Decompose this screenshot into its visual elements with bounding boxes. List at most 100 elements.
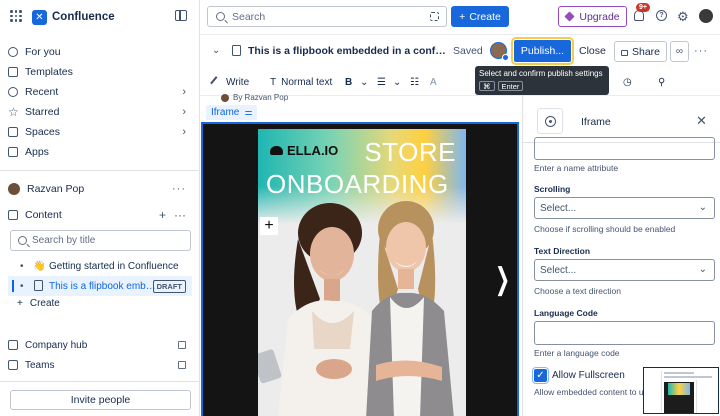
- numbered-list-icon[interactable]: ☷: [410, 77, 419, 88]
- nav-label: Apps: [25, 146, 49, 158]
- nav-recent[interactable]: Recent ›: [8, 83, 192, 101]
- nav-label: For you: [25, 46, 61, 58]
- nav-label: Spaces: [25, 126, 61, 138]
- thumbnail-hero: [668, 383, 690, 395]
- tag-label: Iframe: [211, 107, 240, 118]
- extension-icon-box: [537, 108, 563, 134]
- space-owner-row[interactable]: Razvan Pop ···: [8, 181, 192, 197]
- field-label: Text Direction: [534, 246, 591, 256]
- language-code-field[interactable]: [534, 321, 715, 345]
- copy-link-button[interactable]: ∞: [670, 41, 689, 62]
- chevron-down-icon[interactable]: ⌄: [212, 45, 220, 56]
- wave-icon: 👋: [33, 260, 46, 272]
- chevron-right-icon[interactable]: ›: [182, 106, 186, 118]
- text-color-icon[interactable]: A: [430, 77, 437, 88]
- save-status: Saved: [453, 45, 483, 57]
- publish-tooltip: Select and confirm publish settings ⌘ En…: [475, 66, 609, 95]
- close-icon[interactable]: ✕: [696, 113, 707, 129]
- next-page-icon[interactable]: ❯: [495, 262, 510, 297]
- spaces-icon: [8, 127, 18, 137]
- product-logo[interactable]: ✕ Confluence: [32, 9, 115, 25]
- create-button[interactable]: + Create: [17, 298, 60, 309]
- text-style-select[interactable]: T Normal text: [270, 77, 332, 88]
- upgrade-label: Upgrade: [579, 10, 620, 23]
- create-button[interactable]: + Create: [451, 6, 509, 27]
- select-value: Select...: [540, 202, 577, 214]
- for-you-icon: [8, 47, 18, 57]
- gem-icon: [564, 11, 575, 22]
- iframe-embed[interactable]: ELLA.IO STORE ONBOARDING + ❯: [201, 122, 519, 416]
- text-direction-select[interactable]: Select... ⌄: [534, 259, 715, 281]
- chevron-right-icon[interactable]: ›: [182, 126, 186, 138]
- close-button[interactable]: Close: [579, 45, 606, 57]
- bullet-list-icon[interactable]: ☰: [377, 77, 386, 88]
- tree-item-flipbook[interactable]: • This is a flipbook emb… DRAFT: [8, 276, 192, 296]
- nav-for-you[interactable]: For you: [8, 43, 192, 61]
- avatar: [8, 183, 20, 195]
- iframe-extension-tag[interactable]: Iframe ⚌: [206, 105, 258, 120]
- global-search-input[interactable]: Search: [207, 6, 447, 27]
- flipbook-page[interactable]: ELLA.IO STORE ONBOARDING +: [258, 129, 466, 416]
- search-by-title-input[interactable]: Search by title: [10, 230, 191, 251]
- more-icon[interactable]: ···: [694, 45, 708, 57]
- link-icon: ∞: [675, 46, 684, 57]
- teams-icon: [8, 360, 18, 370]
- search-placeholder: Search by title: [32, 235, 96, 246]
- filter-icon[interactable]: [430, 12, 439, 21]
- nav-starred[interactable]: ☆ Starred ›: [8, 103, 192, 121]
- pin-icon[interactable]: ⚲: [658, 77, 665, 88]
- history-icon[interactable]: ◷: [623, 77, 632, 88]
- thumbnail-sidebar: [645, 371, 662, 411]
- add-content-icon[interactable]: +: [159, 208, 166, 222]
- name-attribute-field[interactable]: [534, 137, 715, 160]
- bold-icon[interactable]: B: [345, 77, 352, 88]
- plus-icon: +: [17, 298, 23, 309]
- user-name: Razvan Pop: [27, 183, 85, 195]
- gear-icon[interactable]: ⚙: [677, 9, 689, 25]
- tree-item-getting-started[interactable]: • 👋 Getting started in Confluence: [0, 256, 192, 276]
- upgrade-button[interactable]: Upgrade: [558, 6, 627, 27]
- nav-spaces[interactable]: Spaces ›: [8, 123, 192, 141]
- allow-fullscreen-checkbox[interactable]: ✓: [532, 367, 549, 384]
- byline: By Razvan Pop: [221, 93, 288, 102]
- flipbook-headline: STORE: [364, 137, 456, 167]
- thumbnail-panel: [696, 380, 718, 413]
- chevron-down-icon[interactable]: ⌄: [393, 77, 401, 88]
- write-mode-button[interactable]: Write: [210, 76, 249, 89]
- nav-apps[interactable]: Apps: [8, 143, 192, 161]
- nav-label: Recent: [25, 86, 59, 98]
- checkbox-label: Allow Fullscreen: [552, 370, 625, 381]
- collapse-sidebar-icon[interactable]: [175, 10, 187, 21]
- templates-icon: [8, 67, 18, 77]
- nav-templates[interactable]: Templates: [8, 63, 192, 81]
- field-label: Scrolling: [534, 184, 571, 194]
- more-formatting-icon[interactable]: ⌄: [360, 77, 368, 88]
- confluence-logo-icon: ✕: [32, 9, 47, 25]
- create-label: Create: [469, 10, 501, 23]
- content-header[interactable]: Content + ···: [8, 207, 192, 223]
- nav-teams[interactable]: Teams: [8, 357, 192, 373]
- avatar[interactable]: [699, 9, 713, 23]
- company-hub-icon: [8, 340, 18, 350]
- product-name: Confluence: [52, 11, 115, 23]
- sidebar: ✕ Confluence For you Templates Recent › …: [0, 0, 200, 416]
- plus-icon[interactable]: +: [260, 217, 278, 235]
- nav-company-hub[interactable]: Company hub: [8, 337, 192, 353]
- chevron-right-icon[interactable]: ›: [182, 86, 186, 98]
- external-link-icon: [178, 341, 186, 349]
- scrolling-select[interactable]: Select... ⌄: [534, 197, 715, 219]
- more-icon[interactable]: ···: [172, 183, 186, 195]
- help-icon[interactable]: ?: [656, 10, 667, 21]
- avatar: [221, 93, 229, 102]
- page-thumbnail[interactable]: [643, 367, 719, 414]
- publish-button[interactable]: Publish...: [511, 37, 574, 65]
- tooltip-text: Select and confirm publish settings: [479, 69, 603, 78]
- field-hint: Enter a language code: [534, 348, 620, 358]
- nav-label: Teams: [25, 359, 55, 371]
- invite-people-button[interactable]: Invite people: [10, 390, 191, 410]
- page-icon: [232, 45, 241, 56]
- byline-text: By Razvan Pop: [233, 93, 289, 102]
- app-switcher-icon[interactable]: [10, 10, 22, 22]
- share-button[interactable]: Share: [614, 41, 667, 62]
- more-icon[interactable]: ···: [174, 208, 186, 222]
